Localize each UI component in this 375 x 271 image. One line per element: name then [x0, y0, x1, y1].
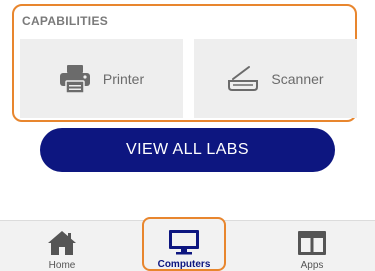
tab-computers[interactable]: Computers [142, 217, 226, 271]
scanner-icon [227, 65, 259, 93]
tab-home-label: Home [48, 260, 76, 271]
page: CAPABILITIES Printer Scanner VIEW ALL LA… [0, 0, 375, 271]
computer-icon [168, 229, 200, 255]
tab-apps[interactable]: Apps [267, 221, 357, 271]
capabilities-title: CAPABILITIES [22, 14, 109, 28]
scanner-label: Scanner [271, 70, 324, 87]
tab-home[interactable]: Home [17, 221, 107, 271]
capabilities-panel: CAPABILITIES Printer Scanner [12, 4, 357, 122]
tab-computers-label: Computers [157, 259, 211, 270]
printer-capability-tile[interactable]: Printer [20, 39, 183, 118]
view-all-labs-button[interactable]: VIEW ALL LABS [40, 128, 335, 172]
scanner-capability-tile[interactable]: Scanner [194, 39, 357, 118]
printer-icon [59, 64, 91, 94]
bottom-tab-bar: Home Computers Apps [0, 217, 375, 271]
tab-apps-label: Apps [300, 260, 324, 271]
apps-icon [297, 229, 327, 256]
home-icon [47, 229, 77, 256]
printer-label: Printer [102, 70, 145, 87]
